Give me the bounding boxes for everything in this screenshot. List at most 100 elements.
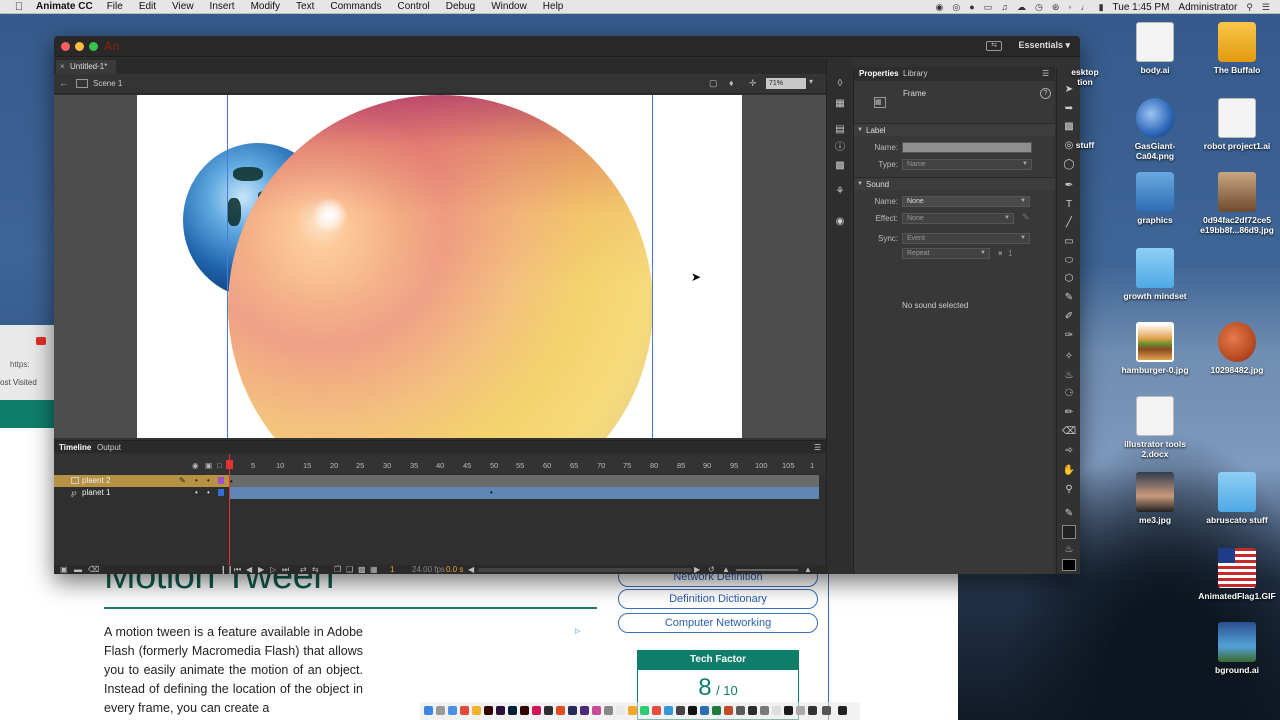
- section-sound[interactable]: ▼ Sound: [854, 177, 1055, 190]
- step-forward-icon[interactable]: ▷: [270, 565, 276, 574]
- width-tool-icon[interactable]: ➾: [1062, 444, 1076, 458]
- record-icon[interactable]: ◎: [952, 2, 960, 13]
- stage[interactable]: ➤: [137, 95, 742, 438]
- bluetooth-icon[interactable]: ⊛: [1052, 2, 1060, 13]
- paint-bucket-tool-icon[interactable]: ♨: [1062, 369, 1076, 383]
- lock-all-icon[interactable]: ▣: [205, 461, 212, 470]
- zoom-field[interactable]: 71%: [766, 78, 806, 89]
- elapsed-time[interactable]: 0.0 s: [446, 565, 463, 574]
- spotlight-icon[interactable]: ⚲: [1246, 2, 1253, 13]
- zoom-in-icon[interactable]: ▲: [804, 565, 812, 574]
- onion-outline-icon[interactable]: ❏: [346, 565, 353, 574]
- help-icon[interactable]: ?: [1040, 88, 1051, 99]
- bone-tool-icon[interactable]: ✧: [1062, 350, 1076, 364]
- drive-icon[interactable]: ▭: [984, 2, 993, 13]
- fit-timeline-icon[interactable]: ↺: [708, 565, 715, 574]
- keyframe-dot-icon[interactable]: •: [230, 477, 233, 486]
- align-icon[interactable]: ▤: [834, 124, 846, 136]
- line-tool-icon[interactable]: ╱: [1062, 216, 1076, 230]
- zoom-button[interactable]: [89, 42, 98, 51]
- zoom-out-icon[interactable]: ▲: [722, 565, 730, 574]
- sound-repeat-select[interactable]: Repeat ▼: [902, 248, 990, 259]
- app-icon[interactable]: [784, 706, 793, 715]
- text-tool-icon[interactable]: T: [1062, 198, 1076, 212]
- desktop-icon-photo-jpg[interactable]: 0d94fac2df72ce5 e19bb8f...86d9.jpg: [1192, 172, 1280, 235]
- battery-icon[interactable]: ▮: [1099, 2, 1104, 13]
- status-icon[interactable]: ◉: [936, 2, 944, 13]
- fill-color-swatch[interactable]: [1062, 559, 1076, 571]
- lock-dot-icon[interactable]: •: [207, 476, 210, 485]
- scroll-left-icon[interactable]: ◀: [468, 565, 474, 574]
- app-icon[interactable]: [640, 706, 649, 715]
- app-icon[interactable]: [580, 706, 589, 715]
- frame-label-name-input[interactable]: [902, 142, 1032, 153]
- chrome-icon[interactable]: [460, 706, 469, 715]
- new-layer-icon[interactable]: ▣: [60, 565, 68, 574]
- menu-debug[interactable]: Debug: [446, 1, 475, 12]
- app-icon[interactable]: [808, 706, 817, 715]
- app-icon[interactable]: [592, 706, 601, 715]
- premiere-icon[interactable]: [496, 706, 505, 715]
- swatches-icon[interactable]: ▦: [834, 98, 846, 110]
- desktop-icon-abruscato-stuff[interactable]: abruscato stuff: [1192, 472, 1280, 525]
- app-icon[interactable]: [822, 706, 831, 715]
- app-icon[interactable]: [652, 706, 661, 715]
- playhead[interactable]: [229, 454, 230, 567]
- menu-window[interactable]: Window: [491, 1, 527, 12]
- rectangle-tool-icon[interactable]: ▭: [1062, 235, 1076, 249]
- app-icon[interactable]: [676, 706, 685, 715]
- app-icon[interactable]: [604, 706, 613, 715]
- sound-repeat-count[interactable]: 1: [1008, 249, 1012, 258]
- desktop-icon-desktop-partial[interactable]: esktop tion: [1060, 40, 1110, 87]
- word-icon[interactable]: [700, 706, 709, 715]
- after-effects-icon[interactable]: [568, 706, 577, 715]
- youtube-icon[interactable]: [36, 337, 46, 345]
- desktop-icon-stuff[interactable]: stuff: [1060, 103, 1110, 150]
- ink-bottle-tool-icon[interactable]: ⚆: [1062, 387, 1076, 401]
- acrobat-icon[interactable]: [556, 706, 565, 715]
- indesign-icon[interactable]: [532, 706, 541, 715]
- photoshop-icon[interactable]: [508, 706, 517, 715]
- menu-edit[interactable]: Edit: [139, 1, 156, 12]
- desktop-icon-gasgiant[interactable]: GasGiant- Ca04.png: [1110, 98, 1200, 161]
- menu-file[interactable]: File: [107, 1, 123, 12]
- link-definition-dictionary[interactable]: Definition Dictionary: [618, 589, 818, 609]
- link-computer-networking[interactable]: Computer Networking: [618, 613, 818, 633]
- layer-name[interactable]: plaent 2: [82, 476, 110, 485]
- brush-tool-icon[interactable]: ✐: [1062, 310, 1076, 324]
- close-button[interactable]: [61, 42, 70, 51]
- finder-icon[interactable]: [424, 706, 433, 715]
- loop-icon[interactable]: ⇄: [300, 565, 307, 574]
- desktop-icon-basketball[interactable]: 10298482.jpg: [1192, 322, 1280, 375]
- frame-rate[interactable]: 24.00 fps: [412, 565, 445, 574]
- app-icon[interactable]: [616, 706, 625, 715]
- launchpad-icon[interactable]: [436, 706, 445, 715]
- desktop-icon-me3[interactable]: me3.jpg: [1110, 472, 1200, 525]
- apple-icon[interactable]: : [12, 1, 26, 13]
- app-icon[interactable]: [796, 706, 805, 715]
- stroke-color-icon[interactable]: ✎: [1062, 507, 1076, 521]
- scene-label[interactable]: Scene 1: [93, 79, 122, 88]
- app-icon[interactable]: [688, 706, 697, 715]
- hand-tool-icon[interactable]: ✋: [1062, 464, 1076, 478]
- illustrator-icon[interactable]: [520, 706, 529, 715]
- clock-icon[interactable]: ◷: [1035, 2, 1043, 13]
- desktop-icon-growth-mindset[interactable]: growth mindset: [1110, 248, 1200, 301]
- wifi-icon[interactable]: ◦: [1068, 2, 1071, 12]
- onion-markers-icon[interactable]: ▦: [370, 565, 378, 574]
- timeline-zoom-slider[interactable]: [736, 569, 798, 571]
- play-icon[interactable]: ▶: [258, 565, 264, 574]
- app-icon[interactable]: [544, 706, 553, 715]
- outline-color-swatch[interactable]: [218, 477, 224, 484]
- sync-icon[interactable]: ●: [969, 2, 974, 12]
- menu-control[interactable]: Control: [398, 1, 430, 12]
- first-frame-icon[interactable]: ⏮: [234, 565, 241, 574]
- eyedropper-tool-icon[interactable]: ✏: [1062, 406, 1076, 420]
- last-frame-icon[interactable]: ⏭: [282, 565, 289, 574]
- menu-commands[interactable]: Commands: [330, 1, 381, 12]
- menu-text[interactable]: Text: [296, 1, 314, 12]
- outline-color-swatch[interactable]: [218, 489, 224, 496]
- step-back-icon[interactable]: ◀: [246, 565, 252, 574]
- volume-icon[interactable]: ♩: [1081, 2, 1090, 12]
- chevron-down-icon[interactable]: ▾: [809, 77, 813, 86]
